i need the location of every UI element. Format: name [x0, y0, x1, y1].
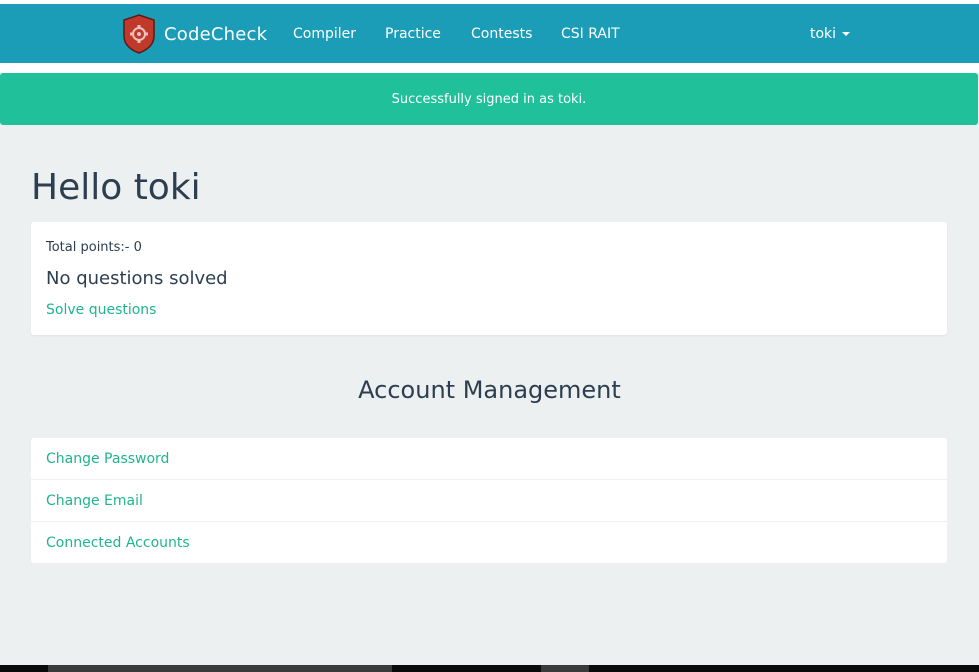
nav-practice[interactable]: Practice	[385, 26, 441, 42]
change-email-link[interactable]: Change Email	[31, 480, 947, 522]
bottom-taskbar	[0, 665, 979, 672]
taskbar-segment	[48, 665, 392, 672]
connected-accounts-link[interactable]: Connected Accounts	[31, 522, 947, 563]
nav-gap	[0, 63, 979, 73]
account-management-list: Change Password Change Email Connected A…	[31, 438, 947, 563]
nav-csi-rait[interactable]: CSI RAIT	[561, 26, 620, 42]
user-name: toki	[810, 26, 837, 42]
brand-link[interactable]: CodeCheck	[122, 14, 267, 54]
navbar: CodeCheck Compiler Practice Contests CSI…	[0, 4, 979, 63]
caret-down-icon	[842, 32, 851, 36]
nav-compiler[interactable]: Compiler	[293, 26, 356, 42]
total-points: Total points:- 0	[46, 240, 142, 255]
page-title: Hello toki	[31, 167, 201, 208]
user-menu-dropdown[interactable]: toki	[810, 26, 851, 42]
alert-message: Successfully signed in as toki.	[391, 91, 587, 107]
stats-card: Total points:- 0 No questions solved Sol…	[31, 222, 947, 335]
nav-contests[interactable]: Contests	[471, 26, 532, 42]
codecheck-logo-icon	[123, 14, 155, 54]
solve-questions-link[interactable]: Solve questions	[46, 302, 156, 318]
solved-status: No questions solved	[46, 268, 228, 289]
account-management-title: Account Management	[358, 376, 621, 404]
success-alert: Successfully signed in as toki.	[0, 73, 978, 125]
taskbar-segment	[541, 665, 589, 672]
brand-name: CodeCheck	[164, 23, 268, 45]
change-password-link[interactable]: Change Password	[31, 438, 947, 480]
